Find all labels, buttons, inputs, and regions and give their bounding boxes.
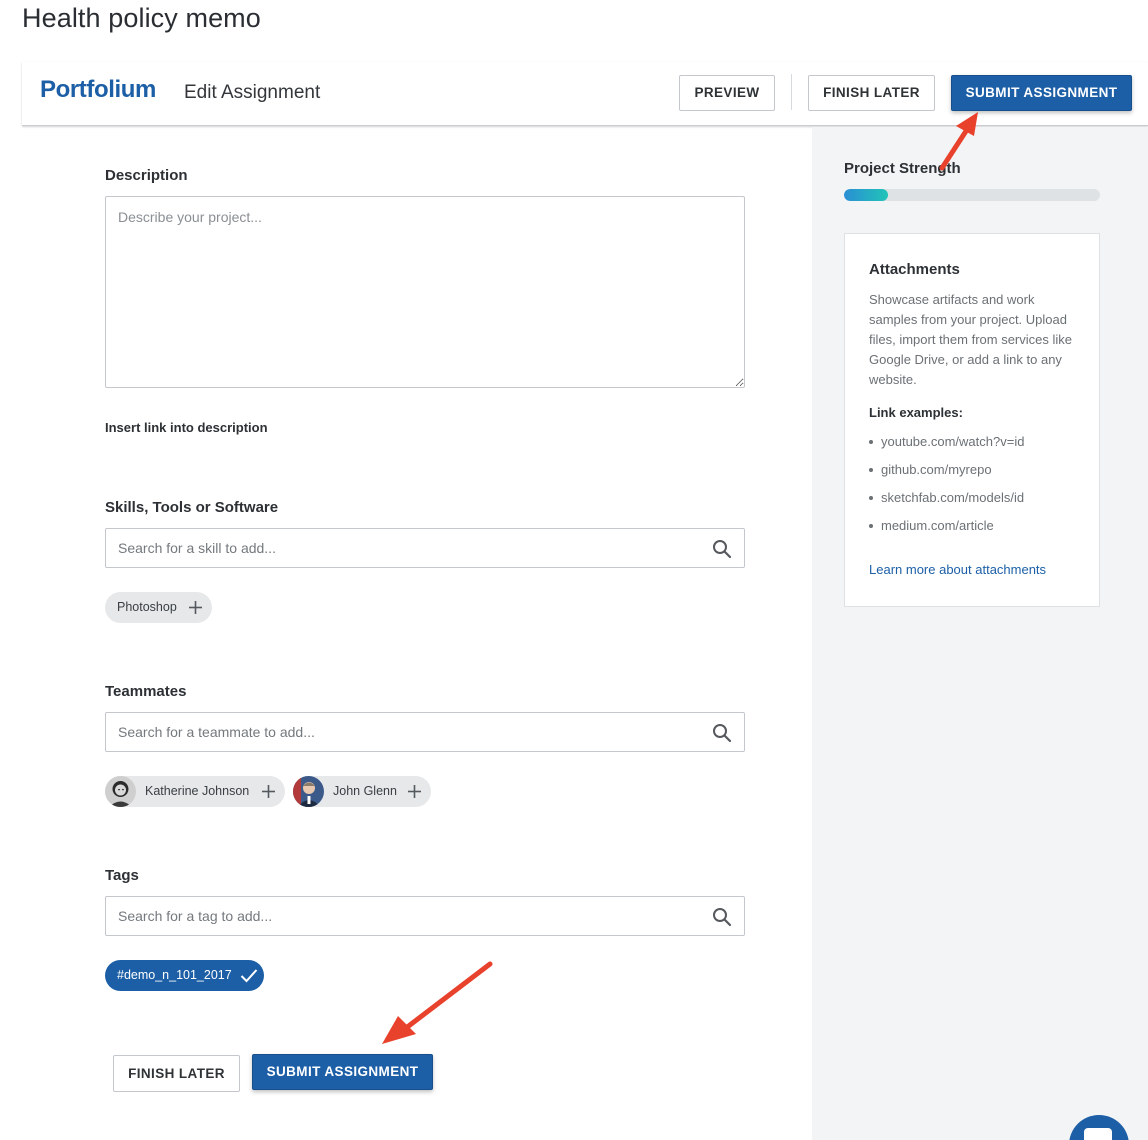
project-strength-fill: [844, 189, 888, 201]
check-icon: [240, 969, 258, 983]
top-bar: Portfolium Edit Assignment PREVIEW FINIS…: [22, 62, 1148, 126]
learn-more-attachments-link[interactable]: Learn more about attachments: [869, 562, 1046, 577]
attachments-description: Showcase artifacts and work samples from…: [869, 292, 1072, 387]
finish-later-button-bottom[interactable]: FINISH LATER: [113, 1055, 240, 1092]
search-icon[interactable]: [712, 539, 732, 559]
avatar: [293, 776, 324, 807]
skill-suggestion-chip[interactable]: Photoshop: [105, 592, 212, 623]
edit-assignment-title: Edit Assignment: [184, 82, 321, 103]
skills-search-box: [105, 528, 745, 568]
teammate-suggestion-chip[interactable]: John Glenn: [293, 776, 431, 807]
link-examples-list: youtube.com/watch?v=id github.com/myrepo…: [869, 432, 1024, 544]
description-label: Description: [105, 167, 188, 184]
page-title: Health policy memo: [22, 3, 261, 33]
chip-label: Katherine Johnson: [145, 784, 250, 798]
teammates-search-box: [105, 712, 745, 752]
selected-tag-chip[interactable]: #demo_n_101_2017: [105, 960, 264, 991]
description-textarea[interactable]: [105, 196, 745, 388]
link-example-item: youtube.com/watch?v=id: [869, 432, 1024, 460]
plus-icon: [408, 785, 421, 798]
submit-assignment-button-bottom[interactable]: SUBMIT ASSIGNMENT: [252, 1054, 433, 1090]
chip-label: Photoshop: [117, 600, 177, 614]
teammate-suggestion-chip[interactable]: Katherine Johnson: [105, 776, 285, 807]
tag-label: #demo_n_101_2017: [117, 968, 232, 982]
tags-search-box: [105, 896, 745, 936]
attachments-title: Attachments: [869, 261, 960, 278]
portfolium-logo[interactable]: Portfolium: [40, 76, 156, 104]
avatar: [105, 776, 136, 807]
teammates-search-input[interactable]: [106, 713, 696, 751]
plus-icon: [262, 785, 275, 798]
tags-label: Tags: [105, 867, 139, 884]
finish-later-button-top[interactable]: FINISH LATER: [808, 75, 935, 111]
skills-search-input[interactable]: [106, 529, 696, 567]
header-divider: [791, 74, 792, 110]
attachments-card: Attachments Showcase artifacts and work …: [844, 233, 1100, 607]
search-icon[interactable]: [712, 907, 732, 927]
annotation-arrow: [382, 961, 493, 1044]
plus-icon: [189, 601, 202, 614]
project-strength-bar: [844, 189, 1100, 201]
submit-assignment-button-top[interactable]: SUBMIT ASSIGNMENT: [951, 75, 1132, 111]
preview-button[interactable]: PREVIEW: [679, 75, 775, 111]
chip-label: John Glenn: [333, 784, 397, 798]
tags-search-input[interactable]: [106, 897, 696, 935]
chat-icon: [1084, 1128, 1112, 1140]
link-example-item: github.com/myrepo: [869, 460, 1024, 488]
sidebar: Project Strength Attachments Showcase ar…: [812, 127, 1148, 1140]
skills-label: Skills, Tools or Software: [105, 499, 279, 516]
link-example-item: medium.com/article: [869, 516, 1024, 544]
project-strength-label: Project Strength: [844, 160, 961, 177]
link-examples-label: Link examples:: [869, 405, 963, 420]
insert-link-button[interactable]: Insert link into description: [105, 420, 268, 435]
link-example-item: sketchfab.com/models/id: [869, 488, 1024, 516]
teammates-label: Teammates: [105, 683, 187, 700]
search-icon[interactable]: [712, 723, 732, 743]
